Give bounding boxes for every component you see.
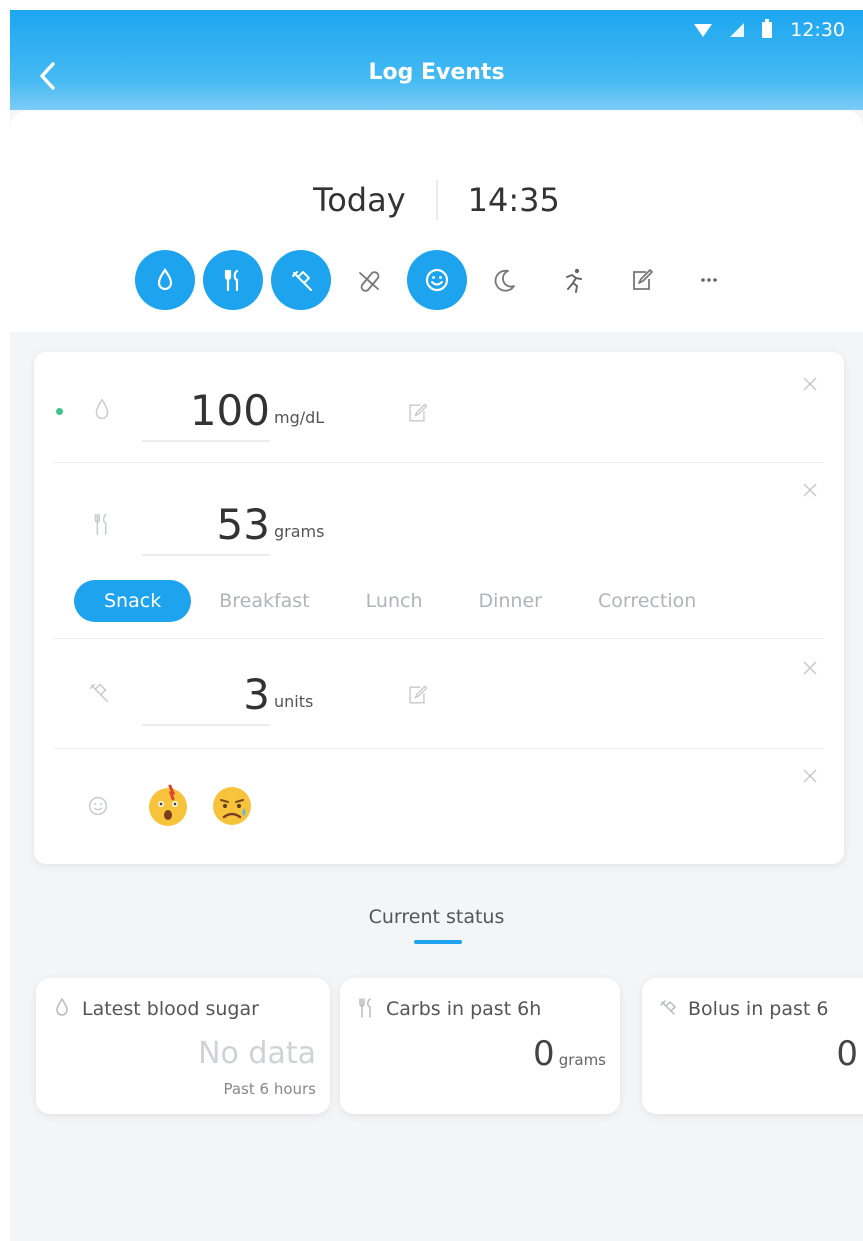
signal-icon: [730, 23, 745, 37]
smiley-icon: [88, 796, 108, 816]
type-medication-button[interactable]: [339, 250, 399, 310]
stat-label: Latest blood sugar: [82, 998, 259, 1020]
sync-status-dot: [56, 408, 63, 415]
entries-card: 100 mg/dL 53 grams Snack Breakfast Lunch: [34, 352, 844, 864]
more-icon: [701, 278, 717, 282]
status-time: 12:30: [790, 19, 845, 41]
stat-icon: [656, 996, 682, 1022]
mood-dizzy-emoji[interactable]: [146, 784, 190, 828]
row-icon: [88, 510, 118, 540]
glucose-unit: mg/dL: [274, 408, 325, 427]
bolus-past-6h-card[interactable]: Bolus in past 6 0: [642, 978, 863, 1114]
meal-tab-correction[interactable]: Correction: [570, 580, 724, 622]
note-icon: [633, 269, 653, 290]
event-type-card: Today 14:35: [10, 110, 863, 332]
type-blood-sugar-button[interactable]: [135, 250, 195, 310]
row-icon: [84, 792, 114, 822]
type-more-button[interactable]: [679, 250, 739, 310]
moon-icon: [494, 269, 515, 292]
syringe-icon: [292, 271, 312, 291]
latest-blood-sugar-card[interactable]: Latest blood sugar No data Past 6 hours: [36, 978, 330, 1114]
close-icon: [803, 769, 817, 783]
row-icon: [84, 678, 114, 708]
note-icon: [409, 685, 428, 704]
glucose-input[interactable]: 100: [142, 384, 270, 442]
stat-icon: [50, 996, 76, 1022]
date-selector[interactable]: Today: [313, 181, 436, 219]
datetime-picker: Today 14:35: [10, 180, 863, 220]
stat-icon: [354, 996, 380, 1022]
carbs-unit: grams: [274, 522, 325, 541]
glucose-note-button[interactable]: [404, 400, 434, 430]
status-bar: 12:30: [694, 16, 845, 44]
meal-type-tabs: Snack Breakfast Lunch Dinner Correction: [74, 580, 724, 622]
meal-tab-lunch[interactable]: Lunch: [338, 580, 451, 622]
insulin-entry-row: 3 units: [34, 638, 844, 748]
smiley-icon: [425, 268, 449, 292]
stat-value: 0: [836, 1034, 858, 1074]
remove-insulin-button[interactable]: [802, 660, 826, 684]
current-status-title: Current status: [368, 906, 505, 928]
stat-value: 0: [533, 1034, 555, 1074]
close-icon: [803, 377, 817, 391]
type-note-button[interactable]: [611, 250, 671, 310]
mood-entry-row: [34, 748, 844, 864]
carbs-input[interactable]: 53: [142, 498, 270, 556]
wifi-icon: [694, 23, 713, 37]
remove-carbs-button[interactable]: [802, 482, 826, 506]
type-sleep-button[interactable]: [475, 250, 535, 310]
close-icon: [803, 661, 817, 675]
close-icon: [803, 483, 817, 497]
row-icon: [88, 396, 118, 426]
fork-knife-icon: [359, 998, 371, 1018]
blood-drop-icon: [56, 997, 68, 1016]
meal-tab-breakfast[interactable]: Breakfast: [191, 580, 337, 622]
note-icon: [409, 403, 428, 422]
mood-sad-emoji[interactable]: [210, 784, 254, 828]
meal-tab-snack[interactable]: Snack: [74, 580, 192, 622]
time-selector[interactable]: 14:35: [438, 181, 560, 219]
type-mood-button[interactable]: [407, 250, 467, 310]
remove-glucose-button[interactable]: [802, 376, 826, 400]
syringe-icon: [89, 683, 109, 703]
stat-label: Carbs in past 6h: [386, 998, 542, 1020]
meal-tab-dinner[interactable]: Dinner: [450, 580, 570, 622]
type-carbs-button[interactable]: [203, 250, 263, 310]
sad-face-icon: [213, 787, 251, 825]
current-status-indicator: [414, 940, 462, 944]
pill-icon: [359, 271, 380, 292]
insulin-unit: units: [274, 692, 314, 711]
phone-screen: 12:30 Log Events Today 14:35 100 mg/dL 5…: [10, 10, 863, 1241]
stat-unit: grams: [558, 1051, 606, 1069]
carbs-past-6h-card[interactable]: Carbs in past 6h 0 grams: [340, 978, 620, 1114]
stat-value-group: 0 grams: [533, 1032, 606, 1082]
stat-subtitle: Past 6 hours: [223, 1080, 316, 1098]
insulin-note-button[interactable]: [404, 682, 434, 712]
stat-value: No data: [198, 1036, 316, 1071]
type-insulin-button[interactable]: [271, 250, 331, 310]
syringe-icon: [660, 1000, 676, 1015]
fork-knife-icon: [224, 269, 239, 292]
insulin-input[interactable]: 3: [142, 668, 270, 726]
page-title: Log Events: [368, 60, 505, 85]
remove-mood-button[interactable]: [802, 768, 826, 792]
glucose-entry-row: 100 mg/dL: [34, 352, 844, 462]
type-exercise-button[interactable]: [543, 250, 603, 310]
battery-icon: [762, 19, 773, 38]
stat-label: Bolus in past 6: [688, 998, 829, 1020]
blood-drop-icon: [95, 398, 109, 420]
blood-drop-icon: [157, 268, 173, 291]
running-icon: [566, 268, 582, 293]
event-type-toolbar: [135, 250, 739, 310]
dizzy-face-icon: [149, 784, 187, 826]
app-header: 12:30 Log Events: [10, 10, 863, 110]
fork-knife-icon: [94, 513, 107, 536]
